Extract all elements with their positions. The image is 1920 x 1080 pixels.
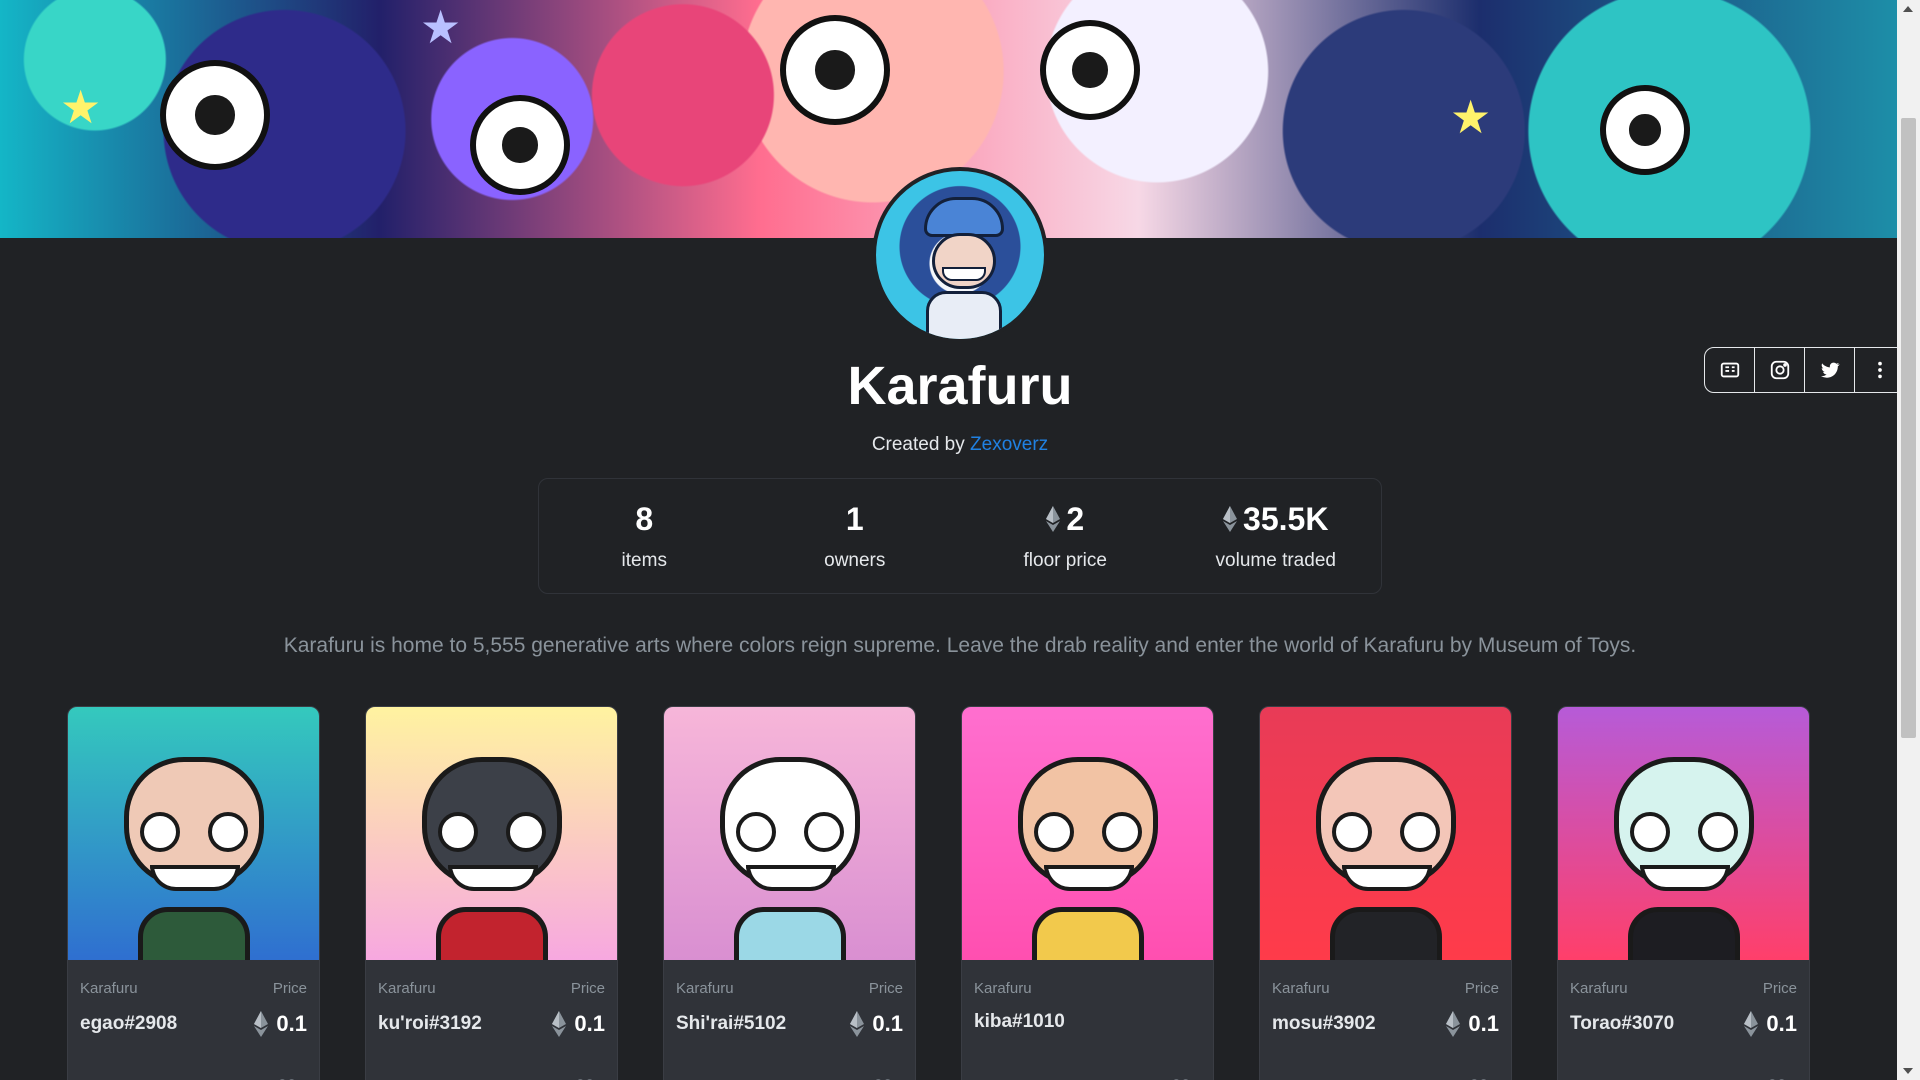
stat-value: 2 — [1046, 501, 1084, 538]
stat-label: floor price — [1023, 549, 1107, 571]
nft-card-info: Karafuru kiba#1010 — [962, 960, 1213, 1080]
price-label: Price — [272, 980, 307, 997]
nft-price: 0.1 — [850, 1011, 903, 1037]
star-decoration-icon: ★ — [60, 80, 102, 134]
stat-value: 8 — [635, 500, 654, 537]
stat-label: items — [621, 549, 667, 571]
ethereum-icon — [552, 1011, 567, 1037]
banner-eye — [1600, 85, 1690, 175]
favorite-heart-icon[interactable] — [1469, 1076, 1489, 1080]
scrollbar-thumb[interactable] — [1901, 118, 1916, 738]
banner-eye — [780, 15, 890, 125]
star-decoration-icon: ★ — [1450, 90, 1492, 144]
ethereum-icon — [1744, 1011, 1759, 1037]
nft-image[interactable] — [664, 707, 915, 960]
ethereum-icon — [1223, 506, 1238, 532]
stat-label: owners — [824, 549, 886, 571]
nft-price: 0.1 — [254, 1011, 307, 1037]
nft-card[interactable]: Karafuru Price Torao#3070 0.1 — [1557, 706, 1810, 1080]
nft-name[interactable]: Torao#3070 — [1570, 1013, 1674, 1035]
nft-name[interactable]: Shi'rai#5102 — [676, 1013, 786, 1035]
favorite-heart-icon[interactable] — [1767, 1076, 1787, 1080]
favorite-heart-icon[interactable] — [1171, 1076, 1191, 1080]
stat-volume-traded[interactable]: 35.5K volume traded — [1171, 479, 1382, 593]
nft-card-info: Karafuru Price egao#2908 0.1 — [68, 960, 319, 1080]
collection-description: Karafuru is home to 5,555 generative art… — [283, 634, 1637, 657]
page-scrollbar[interactable] — [1897, 0, 1920, 1080]
nft-name[interactable]: kiba#1010 — [974, 1011, 1065, 1033]
favorite-heart-icon[interactable] — [873, 1076, 893, 1080]
nft-collection-name[interactable]: Karafuru — [1570, 980, 1628, 997]
nft-card[interactable]: Karafuru Price ku'roi#3192 0.1 — [365, 706, 618, 1080]
nft-card[interactable]: Karafuru kiba#1010 — [961, 706, 1214, 1080]
scroll-down-icon[interactable] — [1903, 1068, 1913, 1074]
nft-card-info: Karafuru Price mosu#3902 0.1 — [1260, 960, 1511, 1080]
banner-eye — [1040, 20, 1140, 120]
price-label: Price — [570, 980, 605, 997]
favorite-heart-icon[interactable] — [575, 1076, 595, 1080]
star-decoration-icon: ★ — [420, 0, 462, 54]
nft-name[interactable]: mosu#3902 — [1272, 1013, 1376, 1035]
creator-line: Created by Zexoverz — [0, 434, 1920, 456]
collection-title: Karafuru — [847, 356, 1073, 416]
collection-avatar[interactable] — [872, 167, 1048, 343]
nft-card-info: Karafuru Price ku'roi#3192 0.1 — [366, 960, 617, 1080]
nft-collection-name[interactable]: Karafuru — [80, 980, 138, 997]
item-grid: Karafuru Price egao#2908 0.1 Karafuru Price ku… — [67, 706, 1810, 1080]
nft-card[interactable]: Karafuru Price egao#2908 0.1 — [67, 706, 320, 1080]
stat-label: volume traded — [1215, 549, 1336, 571]
nft-card-info: Karafuru Price Torao#3070 0.1 — [1558, 960, 1809, 1080]
nft-collection-name[interactable]: Karafuru — [1272, 980, 1330, 997]
ethereum-icon — [1046, 506, 1061, 532]
stat-value: 35.5K — [1223, 501, 1328, 538]
nft-name[interactable]: egao#2908 — [80, 1013, 177, 1035]
ethereum-icon — [1446, 1011, 1461, 1037]
creator-link[interactable]: Zexoverz — [970, 434, 1048, 455]
price-label: Price — [868, 980, 903, 997]
price-label: Price — [1762, 980, 1797, 997]
nft-price: 0.1 — [552, 1011, 605, 1037]
scroll-up-icon[interactable] — [1903, 6, 1913, 12]
nft-card-info: Karafuru Price Shi'rai#5102 0.1 — [664, 960, 915, 1080]
nft-collection-name[interactable]: Karafuru — [974, 980, 1032, 997]
banner-eye — [160, 60, 270, 170]
ethereum-icon — [850, 1011, 865, 1037]
collection-stats: 8 items 1 owners 2 floor price 35.5K volume tra… — [538, 478, 1382, 594]
banner-eye — [470, 95, 570, 195]
nft-image[interactable] — [1260, 707, 1511, 960]
nft-name[interactable]: ku'roi#3192 — [378, 1013, 482, 1035]
collection-page: ★ ★ ★ Karafuru Created by Zexoverz 8 item… — [0, 0, 1920, 1080]
nft-image[interactable] — [68, 707, 319, 960]
nft-image[interactable] — [962, 707, 1213, 960]
stat-value: 1 — [845, 500, 864, 537]
stat-items[interactable]: 8 items — [539, 479, 750, 593]
ethereum-icon — [254, 1011, 269, 1037]
nft-collection-name[interactable]: Karafuru — [378, 980, 436, 997]
nft-collection-name[interactable]: Karafuru — [676, 980, 734, 997]
nft-card[interactable]: Karafuru Price Shi'rai#5102 0.1 — [663, 706, 916, 1080]
nft-image[interactable] — [1558, 707, 1809, 960]
favorite-heart-icon[interactable] — [277, 1076, 297, 1080]
stat-floor-price[interactable]: 2 floor price — [960, 479, 1171, 593]
stat-owners[interactable]: 1 owners — [750, 479, 961, 593]
created-by-label: Created by — [871, 434, 965, 455]
nft-card[interactable]: Karafuru Price mosu#3902 0.1 — [1259, 706, 1512, 1080]
nft-price: 0.1 — [1744, 1011, 1797, 1037]
nft-image[interactable] — [366, 707, 617, 960]
price-label: Price — [1464, 980, 1499, 997]
nft-price: 0.1 — [1446, 1011, 1499, 1037]
